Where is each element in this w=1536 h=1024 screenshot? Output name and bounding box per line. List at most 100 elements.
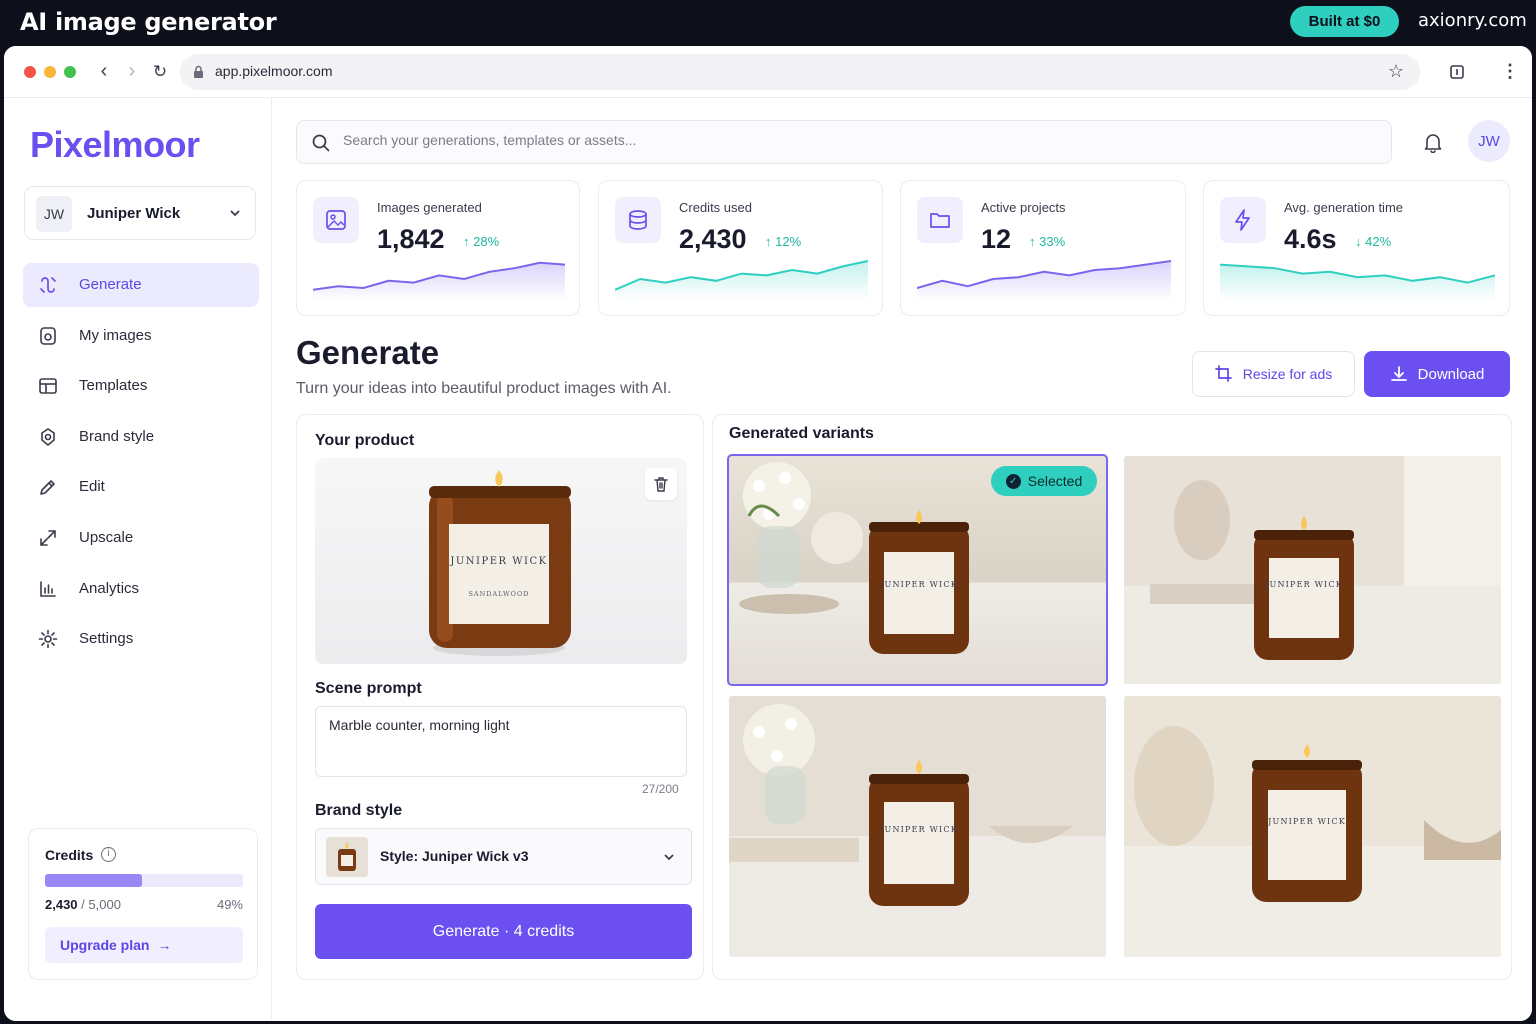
sidebar-item-edit[interactable]: Edit (23, 465, 259, 509)
download-button[interactable]: Download (1364, 351, 1510, 397)
app-logo[interactable]: Pixelmoor (30, 124, 200, 166)
sidebar-item-label: Upscale (79, 528, 134, 546)
stat-delta-value: 33% (1039, 234, 1066, 249)
stat-label: Images generated (377, 200, 482, 215)
sparkline (313, 261, 565, 301)
product-label-brand: JUNIPER WICK (449, 556, 547, 567)
database-icon (615, 197, 661, 243)
reload-icon[interactable]: ↻ (148, 62, 172, 82)
sidebar-item-label: Brand style (79, 427, 155, 445)
scene-prompt-input[interactable]: Marble counter, morning light (315, 706, 687, 777)
search-input[interactable] (343, 132, 1243, 148)
variants-panel: Generated variants JUNIPER WICK ✓ Select… (712, 414, 1512, 980)
stat-value: 2,430 (679, 224, 747, 254)
sidebar-item-my-images[interactable]: My images (23, 314, 259, 358)
credits-used-value: 2,430 (45, 897, 78, 912)
variant-3-label: JUNIPER WICK (879, 825, 958, 834)
sidebar-item-label: My images (79, 326, 152, 344)
credits-title: Credits (45, 847, 94, 863)
arrow-up-icon: ↑ (765, 234, 772, 249)
candle-scene-4: JUNIPER WICK (1124, 696, 1501, 957)
arrow-down-icon: ↓ (1355, 234, 1362, 249)
stat-delta: ↑ 28% (463, 234, 499, 249)
upgrade-plan-button[interactable]: Upgrade plan → (45, 927, 243, 963)
sidebar-item-label: Generate (79, 276, 142, 293)
user-switcher[interactable]: JW Juniper Wick (24, 186, 256, 240)
image-icon (313, 197, 359, 243)
sidebar-item-analytics[interactable]: Analytics (23, 567, 259, 611)
main-content: JW Images generated 1,842 ↑ 28% Credits use… (272, 98, 1532, 1021)
credits-percent: 49% (216, 897, 243, 912)
sparkline (1220, 263, 1495, 301)
generate-icon (40, 277, 56, 293)
stat-delta: ↑ 33% (1029, 234, 1065, 249)
sidebar-item-templates[interactable]: Templates (23, 364, 259, 408)
brand-style-value: Style: Juniper Wick v3 (380, 848, 529, 864)
bell-icon[interactable] (1422, 131, 1444, 153)
sidebar-item-label: Templates (79, 377, 148, 395)
arrow-up-icon: ↑ (463, 234, 470, 249)
delete-image-button[interactable] (645, 468, 677, 500)
lightning-icon (1220, 197, 1266, 243)
brand-style-thumbnail (326, 837, 368, 877)
scene-prompt-heading: Scene prompt (315, 680, 422, 697)
stat-label: Active projects (981, 200, 1066, 215)
info-icon[interactable]: i (101, 847, 116, 862)
sidebar-item-brand-style[interactable]: Brand style (23, 415, 259, 459)
stats-row: Images generated 1,842 ↑ 28% Credits used 2,… (296, 180, 1510, 316)
folder-icon (917, 197, 963, 243)
upgrade-plan-label: Upgrade plan (60, 937, 150, 953)
stat-delta: ↑ 12% (765, 234, 801, 249)
product-label-scent: SANDALWOOD (468, 590, 529, 598)
upscale-icon (40, 530, 56, 546)
stat-delta-value: 28% (473, 234, 500, 249)
pencil-icon (40, 480, 55, 496)
sidebar-toggle-icon[interactable] (1450, 65, 1464, 79)
product-image[interactable]: JUNIPER WICK SANDALWOOD (315, 458, 687, 664)
variant-image-4[interactable]: JUNIPER WICK (1124, 696, 1501, 957)
user-avatar[interactable]: JW (1468, 120, 1510, 162)
generate-button[interactable]: Generate · 4 credits (315, 904, 692, 959)
credits-progress-fill (45, 874, 143, 887)
sidebar-item-generate[interactable]: Generate (23, 263, 259, 307)
arrow-up-icon: ↑ (1029, 234, 1036, 249)
sidebar: Pixelmoor JW Juniper Wick Generate My im… (4, 98, 272, 1021)
search-icon (312, 134, 330, 152)
candle-thumbnail (326, 837, 368, 877)
brand-style-heading: Brand style (315, 802, 403, 819)
resize-for-ads-button[interactable]: Resize for ads (1192, 351, 1355, 397)
credits-card: Credits i 2,430 / 5,000 49% Upgrade plan… (28, 828, 258, 980)
brand-style-select[interactable]: Style: Juniper Wick v3 (315, 828, 692, 885)
download-icon (1390, 366, 1407, 381)
variant-1-label: JUNIPER WICK (879, 580, 958, 589)
address-bar[interactable]: app.pixelmoor.com ☆ (180, 54, 1420, 90)
gear-icon (38, 629, 58, 649)
brand-icon (41, 427, 55, 446)
sidebar-item-upscale[interactable]: Upscale (23, 516, 259, 560)
search-bar[interactable] (296, 120, 1392, 164)
variants-heading: Generated variants (729, 425, 874, 442)
variant-image-3[interactable]: JUNIPER WICK (729, 696, 1106, 957)
variant-image-2[interactable]: JUNIPER WICK (1124, 456, 1501, 684)
stat-value: 4.6s (1284, 224, 1337, 254)
lock-icon (194, 65, 203, 78)
forward-icon[interactable]: › (120, 60, 144, 83)
stat-value: 1,842 (377, 224, 445, 254)
banner-domain: axionry.com (1418, 10, 1527, 31)
minimize-dot[interactable] (44, 66, 56, 78)
close-dot[interactable] (24, 66, 36, 78)
resize-label: Resize for ads (1242, 366, 1333, 382)
stat-label: Avg. generation time (1284, 200, 1403, 215)
page-title: Generate (296, 334, 440, 371)
chart-icon (40, 580, 56, 597)
back-icon[interactable]: ‹ (92, 60, 116, 83)
browser-chrome: ‹ › ↻ app.pixelmoor.com ☆ ⋮ (4, 46, 1532, 98)
maximize-dot[interactable] (64, 66, 76, 78)
bookmark-star-icon[interactable]: ☆ (1388, 61, 1404, 82)
variant-image-1[interactable]: JUNIPER WICK ✓ Selected (727, 454, 1108, 686)
more-options-icon[interactable]: ⋮ (1501, 60, 1519, 82)
banner-title: AI image generator (20, 8, 277, 36)
sidebar-item-settings[interactable]: Settings (23, 617, 259, 661)
char-count: 27/200 (642, 782, 679, 796)
candle-product-illustration: JUNIPER WICK SANDALWOOD (429, 470, 571, 656)
